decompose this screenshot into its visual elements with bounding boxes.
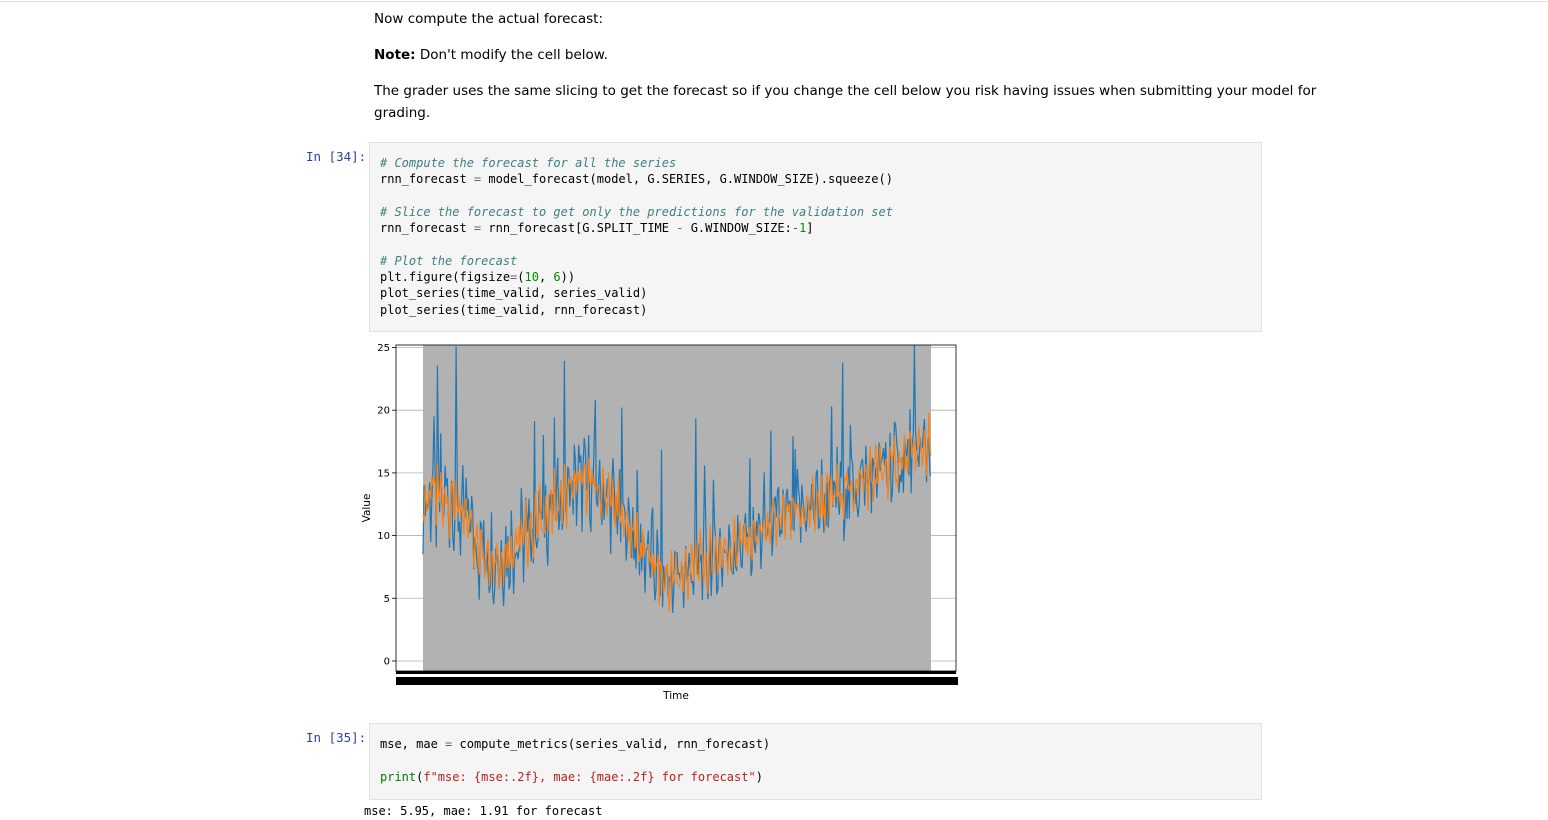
code-token: plt.figure(figsize	[380, 270, 511, 285]
y-tick-label: 20	[377, 406, 390, 417]
code-builtin: print	[380, 770, 417, 784]
x-ticks	[396, 671, 956, 674]
markdown-line-1: Now compute the actual forecast:	[374, 11, 603, 27]
markdown-grader-line-1: The grader uses the same slicing to get …	[374, 83, 1317, 99]
code-token: ,	[538, 270, 554, 285]
y-axis-label: Value	[361, 494, 373, 523]
code-string: f"mse: {mse:.2f}, mae: {mae:.2f} for for…	[423, 770, 756, 784]
y-tick-label: 25	[377, 343, 390, 354]
x-gridlines	[423, 345, 931, 671]
code-token: )	[755, 770, 763, 784]
cell-35-prompt: In [35]:	[306, 730, 367, 745]
code-token: rnn_forecast	[380, 221, 474, 236]
y-tick-label: 15	[377, 468, 390, 479]
note-label: Note:	[374, 47, 416, 63]
cell-34-code[interactable]: # Compute the forecast for all the serie…	[380, 155, 893, 318]
code-token: mse, mae	[380, 737, 446, 751]
cell-34-prompt: In [34]:	[306, 149, 367, 164]
code-token: rnn_forecast	[380, 172, 474, 187]
markdown-grader-line-2: grading.	[374, 105, 431, 121]
code-token: plot_series(time_valid, series_valid)	[380, 286, 648, 301]
code-number: 6	[553, 270, 561, 285]
code-number: -1	[791, 221, 807, 236]
cell-35-code[interactable]: mse, mae = compute_metrics(series_valid,…	[380, 736, 770, 786]
code-token: ]	[806, 221, 814, 236]
code-comment: # Compute the forecast for all the serie…	[380, 156, 677, 170]
code-token: compute_metrics(series_valid, rnn_foreca…	[452, 737, 771, 751]
markdown-note: Note: Don't modify the cell below.	[374, 44, 608, 66]
forecast-chart: 0 5 10 15 20 25 Time Value	[361, 343, 958, 702]
y-tick-label: 0	[384, 656, 390, 667]
code-comment: # Slice the forecast to get only the pre…	[380, 204, 893, 219]
cell-35-output: mse: 5.95, mae: 1.91 for forecast	[364, 804, 603, 818]
code-token: (	[517, 270, 525, 285]
code-token: rnn_forecast[G.SPLIT_TIME	[481, 221, 677, 236]
y-tick-label: 5	[384, 594, 390, 605]
code-number: 10	[524, 270, 539, 285]
top-divider	[0, 1, 1548, 2]
x-tick-labels	[396, 677, 958, 685]
y-tick-label: 10	[377, 531, 390, 542]
code-token: plot_series(time_valid, rnn_forecast)	[380, 302, 648, 317]
code-token: G.WINDOW_SIZE:	[683, 221, 792, 236]
x-axis-label: Time	[662, 690, 689, 702]
note-text: Don't modify the cell below.	[415, 47, 608, 63]
code-token: model_forecast(model, G.SERIES, G.WINDOW…	[481, 172, 893, 187]
code-comment: # Plot the forecast	[380, 253, 518, 268]
code-token: ))	[560, 270, 576, 285]
